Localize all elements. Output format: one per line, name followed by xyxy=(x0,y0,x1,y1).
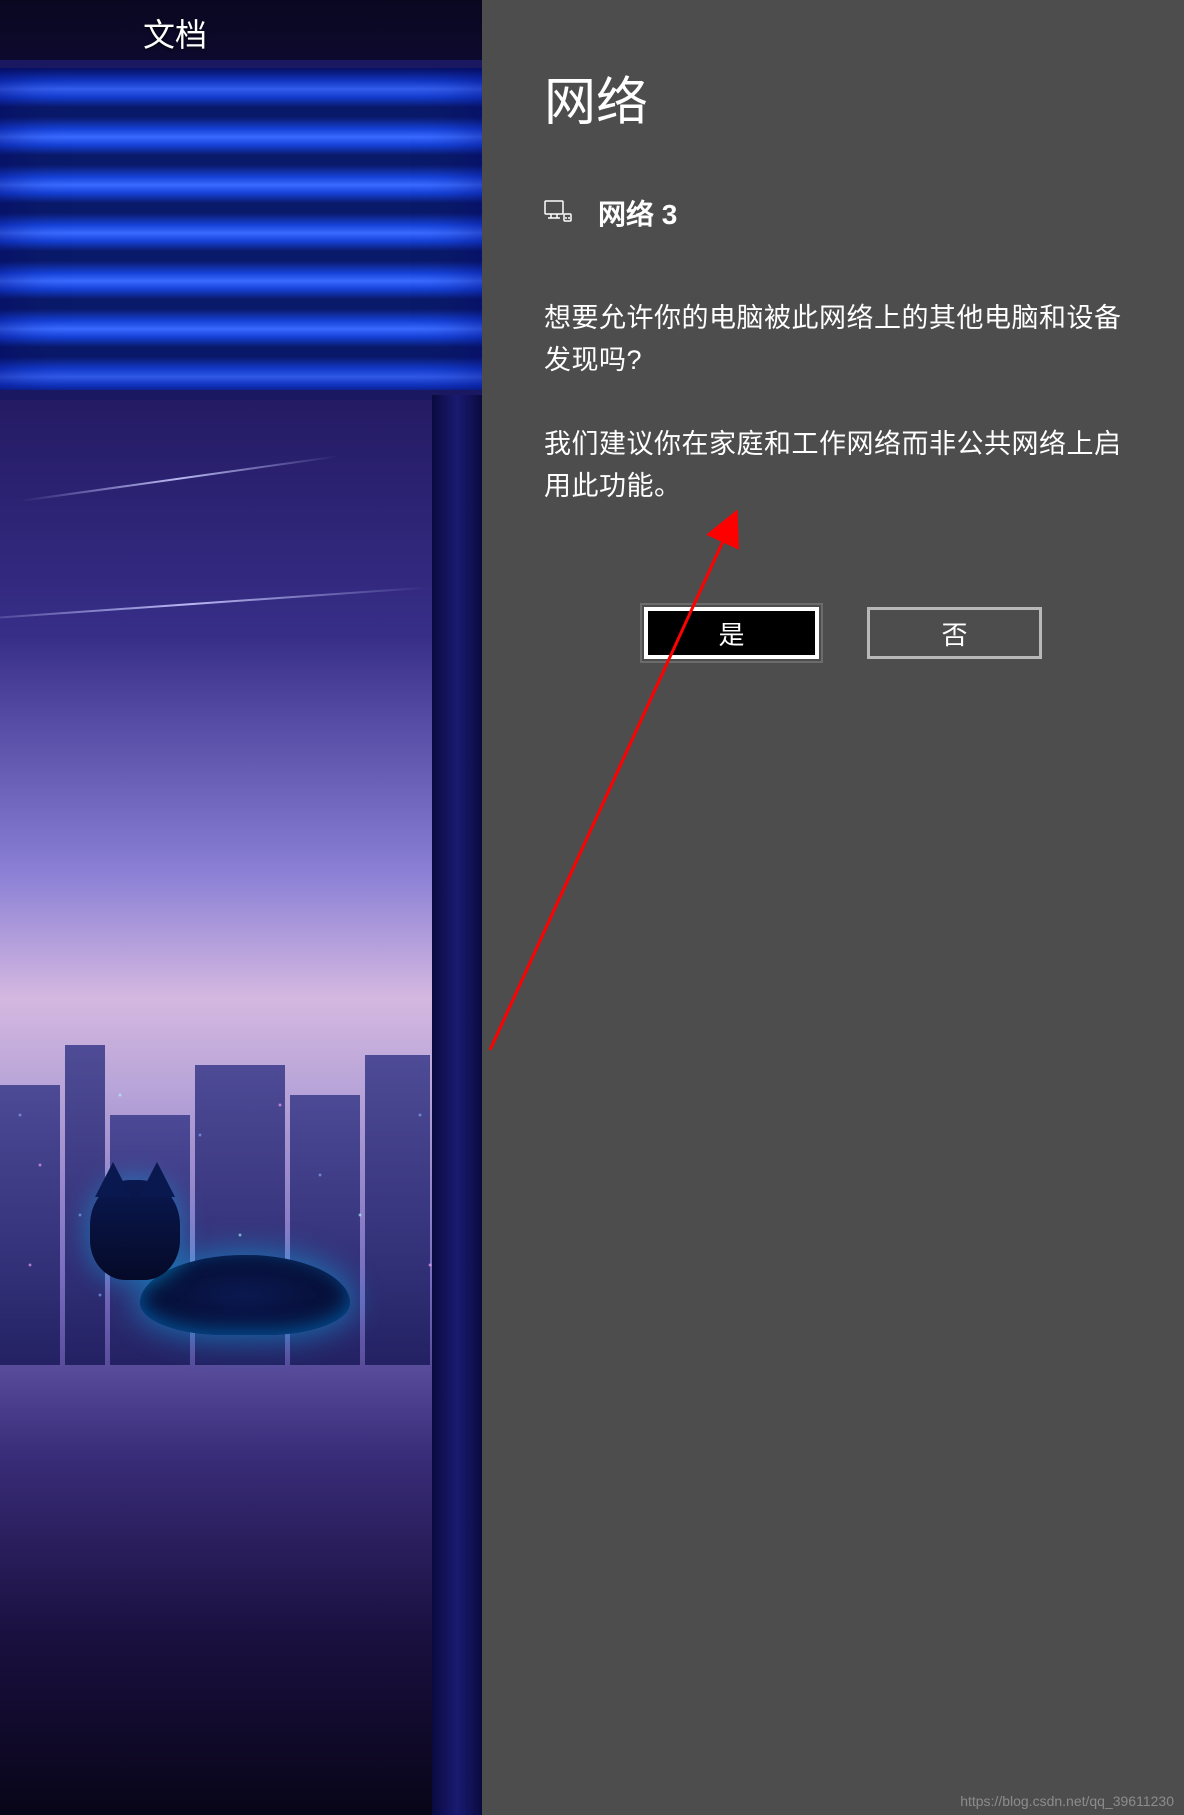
panel-title: 网络 xyxy=(544,60,1122,135)
discovery-recommendation: 我们建议你在家庭和工作网络而非公共网络上启用此功能。 xyxy=(544,424,1122,508)
network-discovery-panel: 网络 网络 3 想要允许你的电脑被此网络上的其他电脑和设备发现吗? 我们建议你在… xyxy=(482,0,1184,1815)
network-name-label: 网络 3 xyxy=(598,193,677,233)
wallpaper-frame xyxy=(0,60,482,68)
discovery-question: 想要允许你的电脑被此网络上的其他电脑和设备发现吗? xyxy=(544,298,1122,382)
network-item: 网络 3 xyxy=(544,193,1122,233)
button-row: 是 否 xyxy=(644,607,1122,659)
wallpaper-frame xyxy=(432,395,482,1815)
desktop-icon-documents[interactable]: 文档 xyxy=(0,10,350,56)
yes-button[interactable]: 是 xyxy=(644,607,819,659)
wallpaper-blinds xyxy=(0,65,482,395)
watermark-text: https://blog.csdn.net/qq_39611230 xyxy=(960,1793,1174,1809)
no-button[interactable]: 否 xyxy=(867,607,1042,659)
ethernet-icon xyxy=(544,200,572,227)
wallpaper-cat xyxy=(90,1165,350,1335)
desktop-wallpaper-area: 文档 xyxy=(0,0,482,1815)
wallpaper-frame xyxy=(0,390,482,400)
